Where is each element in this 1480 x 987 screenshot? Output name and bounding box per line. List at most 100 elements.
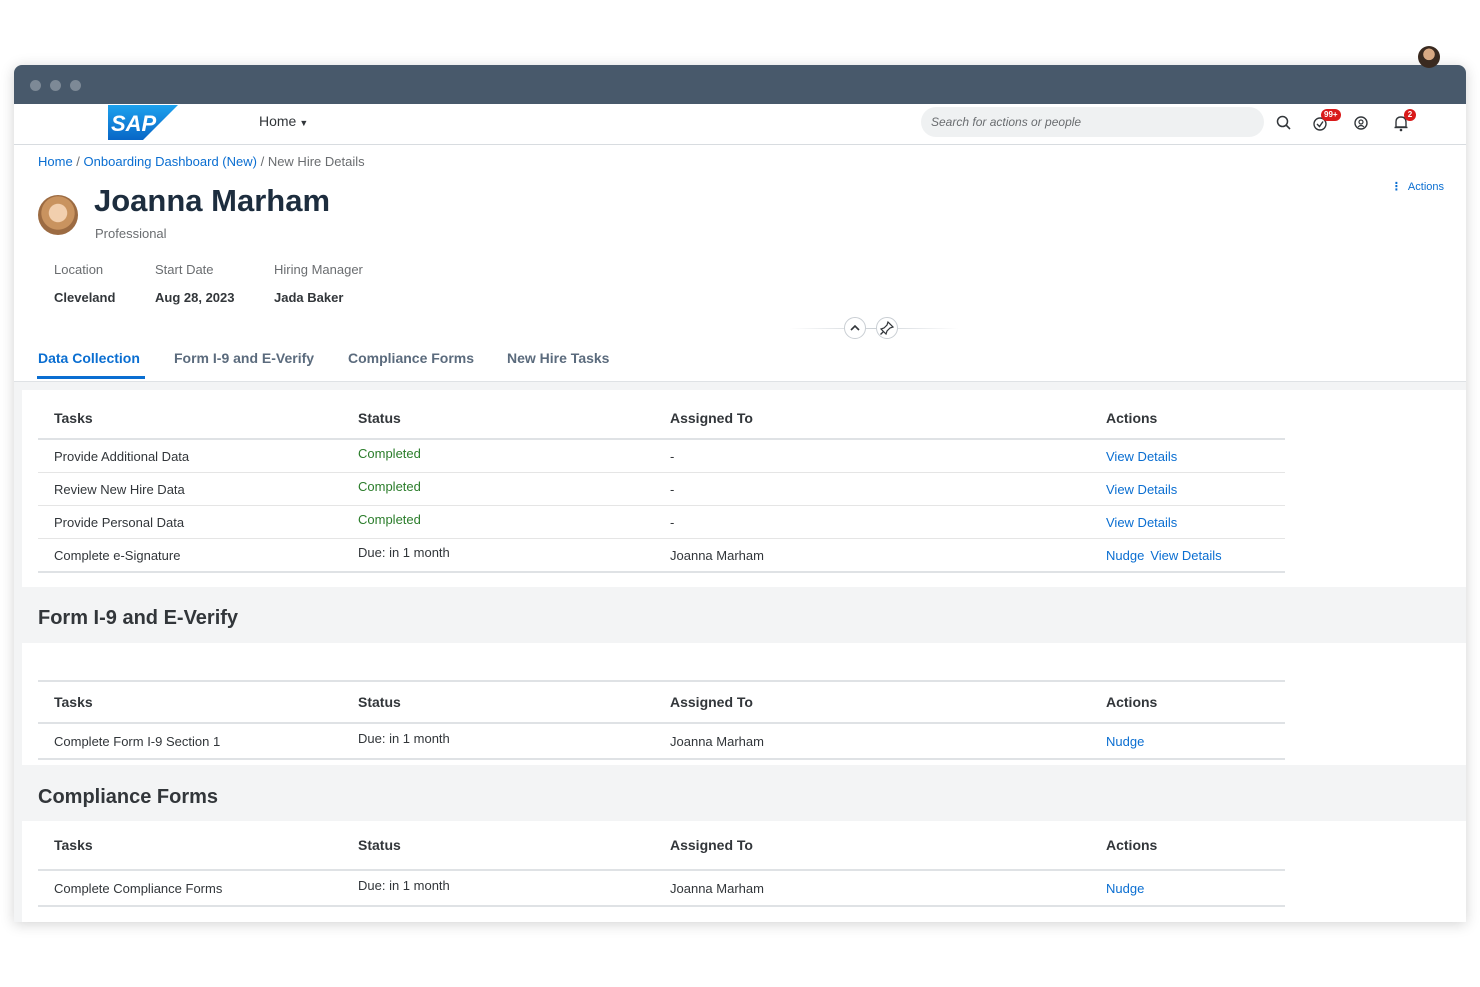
form-i9-table: Tasks Status Assigned To Actions Complet… (38, 680, 1285, 760)
location-label: Location (54, 262, 104, 277)
table-row: Complete Form I-9 Section 1 Due: in 1 mo… (38, 723, 1285, 760)
more-vertical-icon: ⋮ (1390, 181, 1402, 193)
todo-button[interactable]: 99+ (1311, 109, 1341, 133)
chat-assistant-icon[interactable] (1351, 113, 1371, 133)
table-row: Provide Additional Data Completed - View… (38, 439, 1285, 473)
assignee: - (654, 439, 1090, 473)
nudge-link[interactable]: Nudge (1106, 548, 1144, 563)
view-details-link[interactable]: View Details (1150, 548, 1221, 563)
assigned-column-header[interactable]: Assigned To (654, 821, 1090, 871)
tasks-column-header[interactable]: Tasks (38, 398, 342, 440)
tasks-column-header[interactable]: Tasks (38, 680, 342, 724)
pin-header-button[interactable] (876, 317, 898, 339)
home-menu-label: Home (259, 113, 297, 129)
actions-button[interactable]: ⋮ Actions (1391, 180, 1444, 193)
breadcrumb-dashboard-link[interactable]: Onboarding Dashboard (New) (84, 154, 257, 169)
window-minimize-dot[interactable] (50, 80, 61, 91)
view-details-link[interactable]: View Details (1106, 515, 1177, 530)
chevron-down-icon: ▼ (299, 118, 309, 128)
actions-column-header: Actions (1090, 398, 1285, 440)
actions-column-header: Actions (1090, 680, 1285, 724)
start-date-label: Start Date (155, 262, 214, 277)
employee-name: Joanna Marham (94, 183, 331, 218)
object-page-header: Home / Onboarding Dashboard (New) / New … (14, 145, 1466, 382)
table-header-row: Tasks Status Assigned To Actions (38, 680, 1285, 724)
todo-count-badge: 99+ (1321, 109, 1341, 121)
status-column-header[interactable]: Status (342, 821, 654, 871)
status-text: Due: in 1 month (358, 730, 450, 746)
table-row: Complete Compliance Forms Due: in 1 mont… (38, 870, 1285, 907)
assignee: Joanna Marham (654, 723, 1090, 760)
nudge-link[interactable]: Nudge (1106, 734, 1144, 749)
task-name: Complete Form I-9 Section 1 (38, 723, 342, 760)
browser-window: SAP Home▼ 99+ (14, 65, 1466, 922)
employee-role: Professional (95, 226, 167, 241)
hiring-manager-label: Hiring Manager (274, 262, 363, 277)
form-i9-section-title: Form I-9 and E-Verify (38, 607, 239, 629)
actions-column-header: Actions (1090, 821, 1285, 871)
hiring-manager-value: Jada Baker (274, 290, 344, 305)
assignee: - (654, 472, 1090, 506)
breadcrumb-separator: / (256, 154, 268, 169)
sap-logo-text: SAP (111, 111, 157, 136)
window-titlebar (14, 65, 1466, 104)
task-name: Provide Personal Data (38, 505, 342, 539)
status-text: Completed (358, 511, 421, 527)
window-close-dot[interactable] (30, 80, 41, 91)
assignee: Joanna Marham (654, 870, 1090, 907)
shell-bar: SAP Home▼ 99+ (14, 104, 1466, 145)
view-details-link[interactable]: View Details (1106, 449, 1177, 464)
location-value: Cleveland (54, 290, 116, 305)
task-name: Provide Additional Data (38, 439, 342, 473)
table-header-row: Tasks Status Assigned To Actions (38, 821, 1285, 871)
view-details-link[interactable]: View Details (1106, 482, 1177, 497)
chevron-up-icon (850, 324, 860, 331)
window-maximize-dot[interactable] (70, 80, 81, 91)
search-icon[interactable] (1274, 113, 1294, 133)
status-text: Completed (358, 445, 421, 461)
header-divider (789, 328, 959, 329)
assigned-column-header[interactable]: Assigned To (654, 398, 1090, 440)
table-row: Review New Hire Data Completed - View De… (38, 472, 1285, 506)
tab-form-i9[interactable]: Form I-9 and E-Verify (174, 350, 314, 366)
breadcrumb: Home / Onboarding Dashboard (New) / New … (38, 154, 365, 169)
data-collection-section: Tasks Status Assigned To Actions Provide… (22, 390, 1466, 587)
compliance-section-title: Compliance Forms (38, 786, 219, 808)
form-i9-section: Tasks Status Assigned To Actions Complet… (22, 643, 1466, 765)
data-collection-table: Tasks Status Assigned To Actions Provide… (38, 398, 1285, 573)
notifications-button[interactable]: 2 (1391, 109, 1416, 133)
tab-new-hire-tasks[interactable]: New Hire Tasks (507, 350, 609, 366)
breadcrumb-home-link[interactable]: Home (38, 154, 73, 169)
table-row: Provide Personal Data Completed - View D… (38, 505, 1285, 539)
tab-compliance-forms[interactable]: Compliance Forms (348, 350, 474, 366)
employee-avatar (38, 195, 78, 235)
sap-logo[interactable]: SAP (108, 105, 178, 140)
assigned-column-header[interactable]: Assigned To (654, 680, 1090, 724)
status-text: Completed (358, 478, 421, 494)
breadcrumb-separator: / (72, 154, 84, 169)
assignee: Joanna Marham (654, 538, 1090, 573)
status-column-header[interactable]: Status (342, 398, 654, 440)
status-text: Due: in 1 month (358, 544, 450, 560)
collapse-header-button[interactable] (844, 317, 866, 339)
search-input[interactable] (921, 107, 1264, 137)
compliance-section: Tasks Status Assigned To Actions Complet… (22, 821, 1466, 922)
tab-data-collection[interactable]: Data Collection (38, 350, 140, 366)
nudge-link[interactable]: Nudge (1106, 881, 1144, 896)
table-row: Complete e-Signature Due: in 1 month Joa… (38, 538, 1285, 573)
status-column-header[interactable]: Status (342, 680, 654, 724)
table-header-row: Tasks Status Assigned To Actions (38, 398, 1285, 440)
notification-count-badge: 2 (1404, 109, 1416, 121)
task-name: Review New Hire Data (38, 472, 342, 506)
breadcrumb-current: New Hire Details (267, 154, 365, 169)
pin-icon (879, 320, 895, 336)
tasks-column-header[interactable]: Tasks (38, 821, 342, 871)
status-text: Due: in 1 month (358, 877, 450, 893)
task-name: Complete e-Signature (38, 538, 342, 573)
compliance-table: Tasks Status Assigned To Actions Complet… (38, 821, 1285, 907)
start-date-value: Aug 28, 2023 (155, 290, 235, 305)
home-menu[interactable]: Home ▼ (259, 113, 308, 129)
user-avatar[interactable] (1418, 46, 1440, 68)
actions-label: Actions (1407, 181, 1444, 193)
active-tab-indicator (37, 376, 145, 379)
